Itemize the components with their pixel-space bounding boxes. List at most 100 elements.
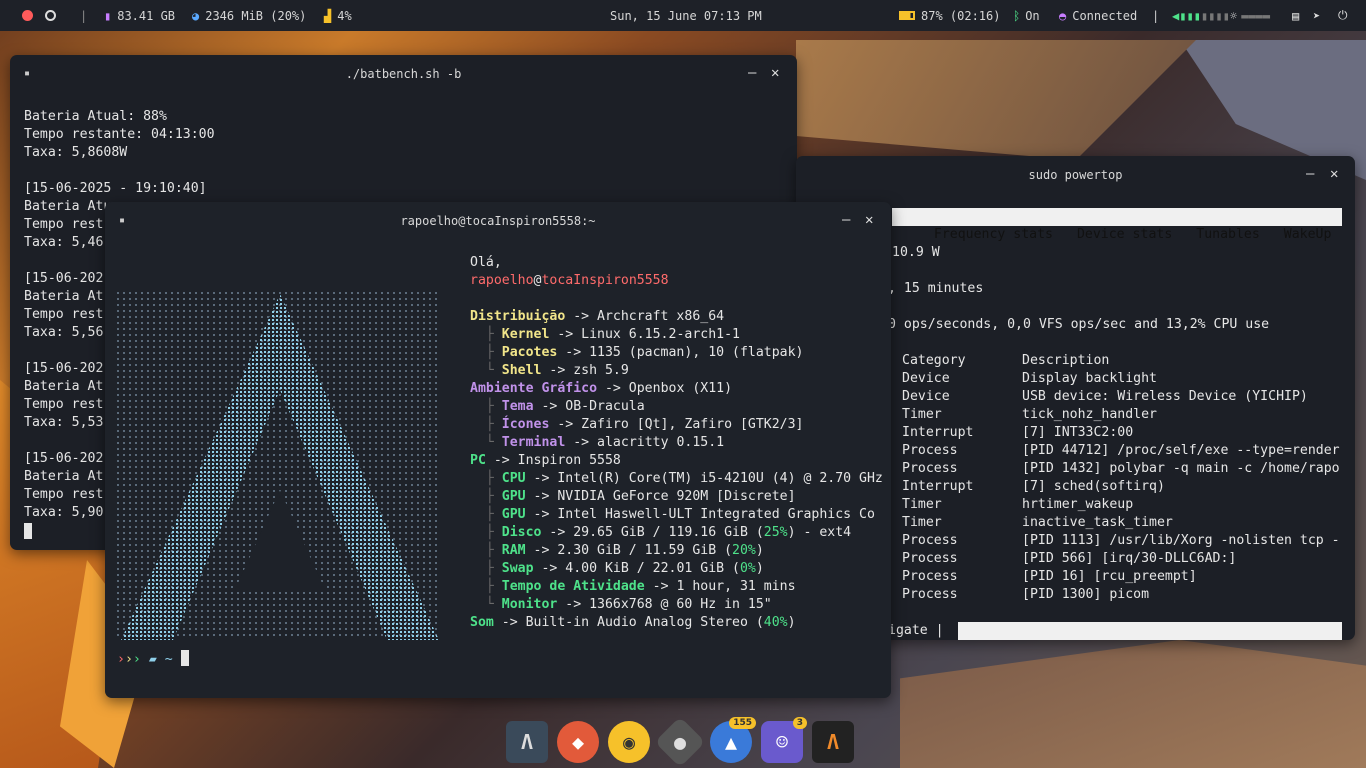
fetch-terminal-window[interactable]: ▪ rapoelho@tocaInspiron5558:~ – ✕ Olá, r… bbox=[105, 202, 891, 698]
powertop-status-bar bbox=[958, 622, 1342, 640]
wifi-icon: ◓ bbox=[1059, 8, 1067, 23]
table-row[interactable]: Interrupt [7] INT33C2:00 bbox=[902, 424, 1352, 442]
bluetooth-widget[interactable]: ᛒ On bbox=[1013, 0, 1040, 31]
minimize-icon[interactable]: – bbox=[748, 65, 756, 81]
info-key: GPU bbox=[501, 489, 526, 504]
gimp-icon[interactable]: ◉ bbox=[608, 721, 650, 763]
tab-tunables[interactable]: Tunables bbox=[1196, 227, 1260, 242]
discord-icon[interactable]: ☺ 3 bbox=[761, 717, 807, 763]
bar-divider: | bbox=[1152, 8, 1160, 23]
info-key: Pacotes bbox=[501, 345, 558, 360]
table-row[interactable]: Timer tick_nohz_handler bbox=[902, 406, 1352, 424]
info-value: -> 2.30 GiB / 11.59 GiB ( bbox=[525, 543, 733, 558]
mail-icon[interactable]: ▲ 155 bbox=[710, 717, 756, 763]
brightness-icon[interactable]: ☼ ▬▬▬▬ bbox=[1230, 0, 1270, 31]
row-category: Timer bbox=[902, 407, 942, 422]
info-line: ├ CPU -> Intel(R) Core(TM) i5-4210U (4) … bbox=[470, 471, 883, 486]
powertop-titlebar[interactable]: sudo powertop – ✕ bbox=[796, 156, 1355, 194]
window-menu-icon[interactable]: ▪ bbox=[119, 215, 125, 226]
row-description: [PID 1432] polybar -q main -c /home/rapo bbox=[1022, 461, 1340, 476]
close-icon[interactable]: ✕ bbox=[865, 212, 873, 228]
folder-icon: ▰ bbox=[148, 652, 157, 667]
info-line: ├ GPU -> NVIDIA GeForce 920M [Discrete] bbox=[470, 489, 796, 504]
row-category: Device bbox=[902, 371, 950, 386]
clock[interactable]: Sun, 15 June 07:13 PM bbox=[610, 0, 762, 31]
info-key: Disco bbox=[501, 525, 542, 540]
tab-frequency-stats[interactable]: Frequency stats bbox=[934, 227, 1053, 242]
telegram-icon[interactable]: ➤ bbox=[1313, 0, 1320, 31]
info-key: Swap bbox=[501, 561, 534, 576]
table-row[interactable]: Process [PID 1113] /usr/lib/Xorg -noliste… bbox=[902, 532, 1352, 550]
minimize-icon[interactable]: – bbox=[842, 212, 850, 228]
info-value: -> 29.65 GiB / 119.16 GiB ( bbox=[541, 525, 764, 540]
info-key: Distribuição bbox=[470, 309, 566, 324]
info-tail: ) bbox=[787, 615, 796, 630]
row-description: Display backlight bbox=[1022, 371, 1157, 386]
archcraft-icon[interactable]: Λ bbox=[506, 721, 548, 763]
output-line: Bateria Atual: 88% bbox=[24, 109, 167, 124]
window-title: sudo powertop bbox=[1028, 168, 1123, 182]
info-value: -> Openbox (X11) bbox=[597, 381, 733, 396]
table-row[interactable]: Process [PID 16] [rcu_preempt] bbox=[902, 568, 1352, 586]
row-description: [7] INT33C2:00 bbox=[1022, 425, 1134, 440]
menu-circle-icon[interactable] bbox=[45, 0, 56, 31]
tab-device-stats[interactable]: Device stats bbox=[1077, 227, 1172, 242]
table-row[interactable]: Process [PID 1432] polybar -q main -c /ho… bbox=[902, 460, 1352, 478]
table-row[interactable]: Device Display backlight bbox=[902, 370, 1352, 388]
table-row[interactable]: Timer hrtimer_wakeup bbox=[902, 496, 1352, 514]
row-description: [PID 1300] picom bbox=[1022, 587, 1150, 602]
table-row[interactable]: Process [PID 1300] picom bbox=[902, 586, 1352, 604]
window-title: ./batbench.sh -b bbox=[345, 67, 462, 81]
info-line: Ambiente Gráfico -> Openbox (X11) bbox=[470, 380, 883, 398]
table-row[interactable]: Device USB device: Wireless Device (YICHI… bbox=[902, 388, 1352, 406]
settings-gear-icon[interactable]: ● bbox=[654, 716, 706, 768]
battery-widget: 87% (02:16) bbox=[899, 0, 1000, 31]
info-line: ├ Disco -> 29.65 GiB / 119.16 GiB (25%) … bbox=[470, 525, 852, 540]
fetch-titlebar[interactable]: ▪ rapoelho@tocaInspiron5558:~ – ✕ bbox=[105, 202, 891, 240]
minimize-icon[interactable]: – bbox=[1306, 166, 1314, 182]
system-info-list: Distribuição -> Archcraft x86_64 ├ Kerne… bbox=[470, 308, 883, 632]
info-line: └ Terminal -> alacritty 0.15.1 bbox=[470, 435, 725, 450]
info-key: Kernel bbox=[501, 327, 550, 342]
info-line: ├ Swap -> 4.00 KiB / 22.01 GiB (0%) bbox=[470, 561, 764, 576]
clipboard-icon[interactable]: ▤ bbox=[1292, 0, 1299, 31]
close-icon[interactable]: ✕ bbox=[1330, 166, 1338, 182]
info-key: Monitor bbox=[501, 597, 558, 612]
info-percent: 0% bbox=[739, 561, 756, 576]
row-description: USB device: Wireless Device (YICHIP) bbox=[1022, 389, 1308, 404]
row-category: Timer bbox=[902, 515, 942, 530]
row-description: [PID 1113] /usr/lib/Xorg -nolisten tcp - bbox=[1022, 533, 1340, 548]
table-row[interactable]: Timer inactive_task_timer bbox=[902, 514, 1352, 532]
info-key: RAM bbox=[501, 543, 526, 558]
info-key: GPU bbox=[501, 507, 526, 522]
close-icon[interactable]: ✕ bbox=[771, 65, 779, 81]
info-line: ├ RAM -> 2.30 GiB / 11.59 GiB (20%) bbox=[470, 543, 764, 558]
row-description: [PID 566] [irq/30-DLLC6AD:] bbox=[1022, 551, 1237, 566]
info-value: -> 1 hour, 31 mins bbox=[644, 579, 796, 594]
info-key: Tempo de Atividade bbox=[501, 579, 645, 594]
table-row[interactable]: Interrupt [7] sched(softirq) bbox=[902, 478, 1352, 496]
power-icon[interactable]: ⏻ bbox=[1338, 0, 1348, 31]
tab-wakeup[interactable]: WakeUp bbox=[1284, 227, 1332, 242]
column-category: Category bbox=[902, 353, 966, 368]
row-description: tick_nohz_handler bbox=[1022, 407, 1157, 422]
battery-duration: , 15 minutes bbox=[888, 281, 984, 296]
info-line: PC -> Inspiron 5558 bbox=[470, 452, 883, 470]
window-menu-icon[interactable]: ▪ bbox=[24, 68, 30, 79]
wifi-widget[interactable]: ◓ Connected bbox=[1059, 0, 1137, 31]
terminal-cursor[interactable] bbox=[24, 521, 32, 540]
info-value: -> 1366x768 @ 60 Hz in 15" bbox=[557, 597, 772, 612]
storage-icon: ▮ bbox=[104, 8, 112, 23]
info-tail: ) - ext4 bbox=[787, 525, 852, 540]
firefox-fox-icon[interactable]: ◆ bbox=[557, 721, 599, 763]
info-tail: ) bbox=[755, 543, 764, 558]
shell-prompt[interactable]: ››› ▰ ~ bbox=[117, 650, 189, 669]
table-row[interactable]: Process [PID 44712] /proc/self/exe --type… bbox=[902, 442, 1352, 460]
table-row[interactable]: Process [PID 566] [irq/30-DLLC6AD:] bbox=[902, 550, 1352, 568]
row-category: Process bbox=[902, 461, 958, 476]
alacritty-icon[interactable]: Λ bbox=[812, 721, 854, 763]
volume-icon[interactable]: ◀▮▮▮ ▮▮▮▮ bbox=[1172, 0, 1230, 31]
close-circle-icon[interactable] bbox=[22, 0, 33, 31]
batbench-titlebar[interactable]: ▪ ./batbench.sh -b – ✕ bbox=[10, 55, 797, 93]
